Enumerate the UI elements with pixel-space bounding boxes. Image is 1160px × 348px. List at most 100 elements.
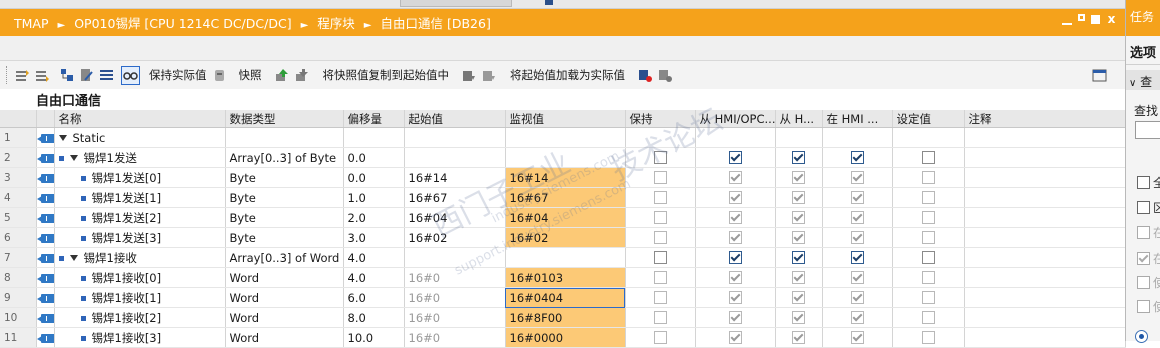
collapse-icon[interactable] xyxy=(79,68,94,83)
breadcrumb-block[interactable]: 自由口通信 [DB26] xyxy=(381,16,491,31)
from-h-checkbox[interactable] xyxy=(792,291,805,304)
start-value-cell[interactable]: 16#0 xyxy=(404,267,506,288)
monitor-value-cell[interactable]: 16#67 xyxy=(505,187,626,208)
setpoint-checkbox[interactable] xyxy=(921,251,935,264)
monitor-value-cell[interactable]: 16#02 xyxy=(505,227,626,248)
header-offset[interactable]: 偏移量 xyxy=(343,110,405,128)
start-value-cell[interactable]: 16#0 xyxy=(404,287,506,308)
retain-checkbox[interactable] xyxy=(653,271,667,284)
radio-button[interactable] xyxy=(1135,330,1148,343)
hmi-opc-checkbox[interactable] xyxy=(728,151,742,164)
from-h-checkbox[interactable] xyxy=(792,211,805,224)
setpoint-checkbox[interactable] xyxy=(921,191,935,204)
monitor-value-cell[interactable]: 16#04 xyxy=(505,207,626,228)
variable-name-cell[interactable]: 锡焊1接收 xyxy=(54,247,226,268)
expand-icon[interactable] xyxy=(59,68,74,83)
hmi-opc-checkbox[interactable] xyxy=(728,191,742,204)
setpoint-checkbox[interactable] xyxy=(921,231,935,244)
breadcrumb-project[interactable]: TMAP xyxy=(14,16,49,31)
hmi-opc-checkbox[interactable] xyxy=(728,171,742,184)
datatype-cell[interactable]: Byte xyxy=(225,227,344,248)
toolbar-grip[interactable] xyxy=(6,66,10,84)
expand-triangle-icon[interactable] xyxy=(69,155,78,161)
header-setpoint[interactable]: 设定值 xyxy=(892,110,965,128)
retain-checkbox[interactable] xyxy=(653,331,667,344)
monitor-value-cell[interactable] xyxy=(505,147,626,168)
monitor-value-cell[interactable] xyxy=(505,247,626,268)
copy-snapshot-icon[interactable] xyxy=(461,68,476,83)
comment-cell[interactable] xyxy=(964,247,1126,268)
comment-cell[interactable] xyxy=(964,307,1126,328)
snapshot-drive-icon[interactable] xyxy=(212,68,227,83)
copy-snapshot-to-start-button[interactable]: 将快照值复制到起始值中 xyxy=(323,67,450,83)
keep-actual-values-button[interactable]: 保持实际值 xyxy=(149,67,207,83)
monitor-glasses-icon[interactable] xyxy=(121,65,140,85)
in-hmi-checkbox[interactable] xyxy=(850,251,864,264)
from-h-checkbox[interactable] xyxy=(792,171,805,184)
comment-cell[interactable] xyxy=(964,267,1126,288)
start-value-cell[interactable]: 16#0 xyxy=(404,307,506,328)
load-start-icon[interactable] xyxy=(637,68,652,83)
datatype-cell[interactable] xyxy=(225,127,344,148)
variable-name-cell[interactable]: 锡焊1发送[2] xyxy=(54,207,226,228)
copy-snapshot-all-icon[interactable] xyxy=(481,68,496,83)
in-hmi-checkbox[interactable] xyxy=(850,311,864,324)
breadcrumb-device[interactable]: OP010锡焊 [CPU 1214C DC/DC/DC] xyxy=(74,16,291,31)
table-row[interactable]: 10 锡焊1接收[2] Word 8.0 16#0 16#8F00 xyxy=(0,307,1126,328)
list-icon[interactable] xyxy=(99,68,114,83)
in-hmi-checkbox[interactable] xyxy=(850,151,864,164)
from-h-checkbox[interactable] xyxy=(792,331,805,344)
retain-checkbox[interactable] xyxy=(653,251,667,264)
close-icon[interactable]: x xyxy=(1106,13,1117,25)
find-input[interactable] xyxy=(1135,121,1160,139)
in-hmi-checkbox[interactable] xyxy=(850,211,864,224)
find-option-checkbox[interactable] xyxy=(1137,201,1150,214)
monitor-value-cell[interactable]: 16#14 xyxy=(505,167,626,188)
retain-checkbox[interactable] xyxy=(653,151,667,164)
hmi-opc-checkbox[interactable] xyxy=(728,211,742,224)
minimize-icon[interactable] xyxy=(1062,17,1072,25)
header-from-h[interactable]: 从 H... xyxy=(775,110,823,128)
table-row[interactable]: 9 锡焊1接收[1] Word 6.0 16#0 16#0404 xyxy=(0,287,1126,308)
load-start-all-icon[interactable] xyxy=(657,68,672,83)
hmi-opc-checkbox[interactable] xyxy=(728,331,742,344)
find-option-checkbox[interactable] xyxy=(1137,276,1150,289)
find-option-checkbox[interactable] xyxy=(1137,252,1150,265)
retain-checkbox[interactable] xyxy=(653,291,667,304)
retain-checkbox[interactable] xyxy=(653,191,667,204)
datatype-cell[interactable]: Byte xyxy=(225,207,344,228)
variable-name-cell[interactable]: 锡焊1接收[3] xyxy=(54,327,226,348)
monitor-value-cell[interactable] xyxy=(505,127,626,148)
table-row[interactable]: 2 锡焊1发送 Array[0..3] of Byte 0.0 xyxy=(0,147,1126,168)
setpoint-checkbox[interactable] xyxy=(921,211,935,224)
from-h-checkbox[interactable] xyxy=(792,271,805,284)
setpoint-checkbox[interactable] xyxy=(921,271,935,284)
in-hmi-checkbox[interactable] xyxy=(850,171,864,184)
in-hmi-checkbox[interactable] xyxy=(850,231,864,244)
load-start-as-actual-button[interactable]: 将起始值加载为实际值 xyxy=(510,67,625,83)
retain-checkbox[interactable] xyxy=(653,211,667,224)
variable-name-cell[interactable]: 锡焊1发送 xyxy=(54,147,226,168)
comment-cell[interactable] xyxy=(964,327,1126,348)
table-row[interactable]: 3 锡焊1发送[0] Byte 0.0 16#14 16#14 xyxy=(0,167,1126,188)
monitor-value-cell[interactable]: 16#8F00 xyxy=(505,307,626,328)
hmi-opc-checkbox[interactable] xyxy=(728,291,742,304)
table-row[interactable]: 7 锡焊1接收 Array[0..3] of Word 4.0 xyxy=(0,247,1126,268)
find-option-checkbox[interactable] xyxy=(1137,176,1150,189)
expand-triangle-icon[interactable] xyxy=(69,255,78,261)
hmi-opc-checkbox[interactable] xyxy=(728,311,742,324)
header-monitor-value[interactable]: 监视值 xyxy=(505,110,626,128)
arrow-down-icon[interactable] xyxy=(294,68,309,83)
datatype-cell[interactable]: Array[0..3] of Word xyxy=(225,247,344,268)
find-option-checkbox[interactable] xyxy=(1137,226,1150,239)
start-value-cell[interactable] xyxy=(404,147,506,168)
insert-row-icon[interactable] xyxy=(15,68,30,83)
table-row[interactable]: 4 锡焊1发送[1] Byte 1.0 16#67 16#67 xyxy=(0,187,1126,208)
datatype-cell[interactable]: Word xyxy=(225,267,344,288)
setpoint-checkbox[interactable] xyxy=(921,151,935,164)
arrow-up-green-icon[interactable] xyxy=(274,68,289,83)
header-retain[interactable]: 保持 xyxy=(625,110,696,128)
datatype-cell[interactable]: Word xyxy=(225,327,344,348)
in-hmi-checkbox[interactable] xyxy=(850,191,864,204)
comment-cell[interactable] xyxy=(964,207,1126,228)
